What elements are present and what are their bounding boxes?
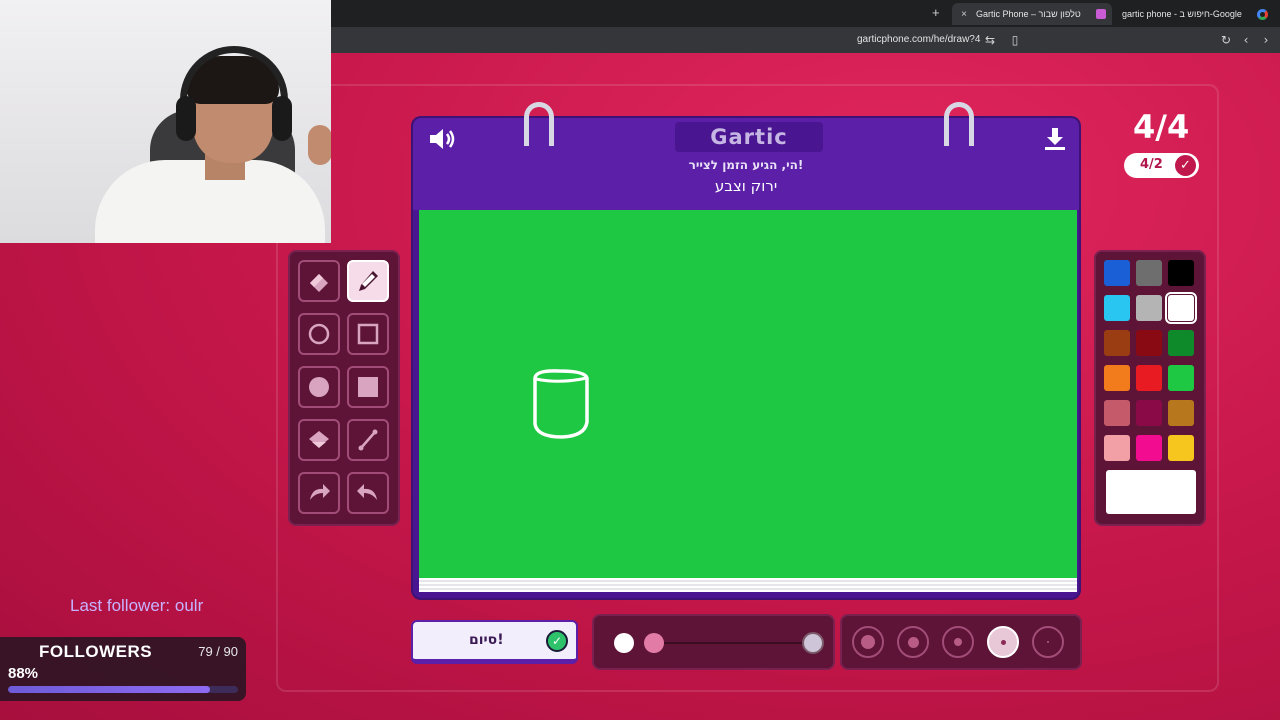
paper-edge (419, 578, 1077, 592)
tab-google-search[interactable]: gartic phone - חיפוש ב-Google (1116, 3, 1274, 25)
square-outline-icon[interactable] (347, 313, 389, 355)
logo-text: Gartic (710, 125, 788, 149)
color-swatch[interactable] (1136, 365, 1162, 391)
done-label: סיום! (469, 632, 504, 648)
back-icon[interactable]: ‹ (1238, 32, 1254, 48)
color-swatch[interactable] (1136, 330, 1162, 356)
webcam-feed (0, 0, 331, 243)
bookmark-icon[interactable]: ▯ (1007, 32, 1023, 48)
binder-ring-left (524, 102, 554, 146)
bucket-icon[interactable] (298, 419, 340, 461)
brush-size-dot (861, 635, 875, 649)
prompt-text: ירוק וצבע (714, 177, 778, 195)
selected-color-preview (1106, 470, 1196, 514)
gartic-favicon-icon (1096, 9, 1106, 19)
done-status-pill: 4/2 ✓ (1124, 153, 1199, 178)
color-palette (1094, 250, 1206, 526)
tool-panel (288, 250, 400, 526)
round-counter: 4/4 (1133, 108, 1190, 146)
brush-size-dot (954, 638, 962, 646)
brush-size-button[interactable] (897, 626, 929, 658)
brush-size-dot (907, 636, 919, 648)
brush-size-button[interactable] (942, 626, 974, 658)
headphone-right (272, 96, 292, 141)
circle-outline-icon[interactable] (298, 313, 340, 355)
current-color-dot (614, 633, 634, 653)
followers-percent: 88% (8, 665, 39, 682)
new-tab-button[interactable]: + (932, 5, 946, 21)
opacity-full-icon (802, 632, 824, 654)
brush-size-button[interactable] (852, 626, 884, 658)
followers-widget: FOLLOWERS 79 / 90 88% (0, 637, 246, 701)
color-swatch[interactable] (1136, 435, 1162, 461)
site-settings-icon[interactable]: ⇆ (982, 32, 998, 48)
binder-ring-right (944, 102, 974, 146)
square-fill-icon[interactable] (347, 366, 389, 408)
color-swatch[interactable] (1104, 435, 1130, 461)
followers-progress-track (8, 686, 238, 693)
streamer-hand (308, 125, 331, 165)
done-button[interactable]: סיום! ✓ (411, 620, 578, 664)
redo-icon[interactable] (347, 472, 389, 514)
color-swatch[interactable] (1168, 330, 1194, 356)
opacity-panel (592, 614, 835, 670)
tab-close-icon[interactable]: × (958, 9, 970, 20)
google-favicon-icon (1257, 8, 1268, 20)
followers-title: FOLLOWERS (39, 642, 153, 661)
download-icon[interactable] (1043, 126, 1067, 158)
eraser-icon[interactable] (298, 260, 340, 302)
color-swatch[interactable] (1168, 435, 1194, 461)
color-swatch[interactable] (1136, 400, 1162, 426)
drawing-canvas[interactable] (419, 210, 1077, 578)
color-swatch[interactable] (1104, 295, 1130, 321)
brush-size-button[interactable] (1032, 626, 1064, 658)
color-swatch[interactable] (1104, 330, 1130, 356)
color-swatch[interactable] (1165, 292, 1197, 324)
prompt-subtitle: הי, הגיע הזמן לצייר! (688, 158, 804, 172)
brush-size-panel (840, 614, 1082, 670)
color-swatch[interactable] (1168, 365, 1194, 391)
undo-icon[interactable] (298, 472, 340, 514)
color-swatch[interactable] (1104, 260, 1130, 286)
last-follower-label: Last follower: oulr (70, 596, 204, 615)
line-icon[interactable] (347, 419, 389, 461)
color-swatch[interactable] (1168, 260, 1194, 286)
followers-count: 79 / 90 (198, 644, 238, 659)
pencil-icon[interactable] (347, 260, 389, 302)
forward-icon[interactable]: › (1258, 32, 1274, 48)
opacity-slider-track[interactable] (654, 642, 804, 644)
headphone-left (176, 96, 196, 141)
opacity-slider-knob[interactable] (644, 633, 664, 653)
brush-size-dot (1000, 639, 1006, 645)
color-swatch[interactable] (1136, 260, 1162, 286)
check-icon: ✓ (546, 630, 568, 652)
color-swatch[interactable] (1104, 400, 1130, 426)
tab-title: gartic phone - חיפוש ב-Google (1122, 9, 1242, 19)
sound-icon[interactable] (427, 124, 457, 160)
followers-progress-fill (8, 686, 211, 693)
brush-size-button[interactable] (987, 626, 1019, 658)
prompt-header: Gartic הי, הגיע הזמן לצייר! ירוק וצבע (411, 116, 1081, 210)
gartic-logo: Gartic (675, 122, 823, 152)
tab-title: Gartic Phone – טלפון שבור (976, 9, 1081, 19)
color-swatch[interactable] (1136, 295, 1162, 321)
color-swatch[interactable] (1168, 400, 1194, 426)
address-bar[interactable]: garticphone.com/he/draw?4 (857, 34, 980, 45)
done-status-text: 4/2 (1140, 157, 1163, 172)
circle-fill-icon[interactable] (298, 366, 340, 408)
drawn-cup-sketch (533, 369, 589, 439)
check-icon: ✓ (1175, 155, 1196, 176)
reload-icon[interactable]: ↻ (1218, 32, 1234, 48)
brush-size-dot (1047, 641, 1049, 643)
tab-gartic-phone[interactable]: × Gartic Phone – טלפון שבור (952, 3, 1112, 25)
color-swatch[interactable] (1104, 365, 1130, 391)
canvas-frame (411, 210, 1081, 600)
